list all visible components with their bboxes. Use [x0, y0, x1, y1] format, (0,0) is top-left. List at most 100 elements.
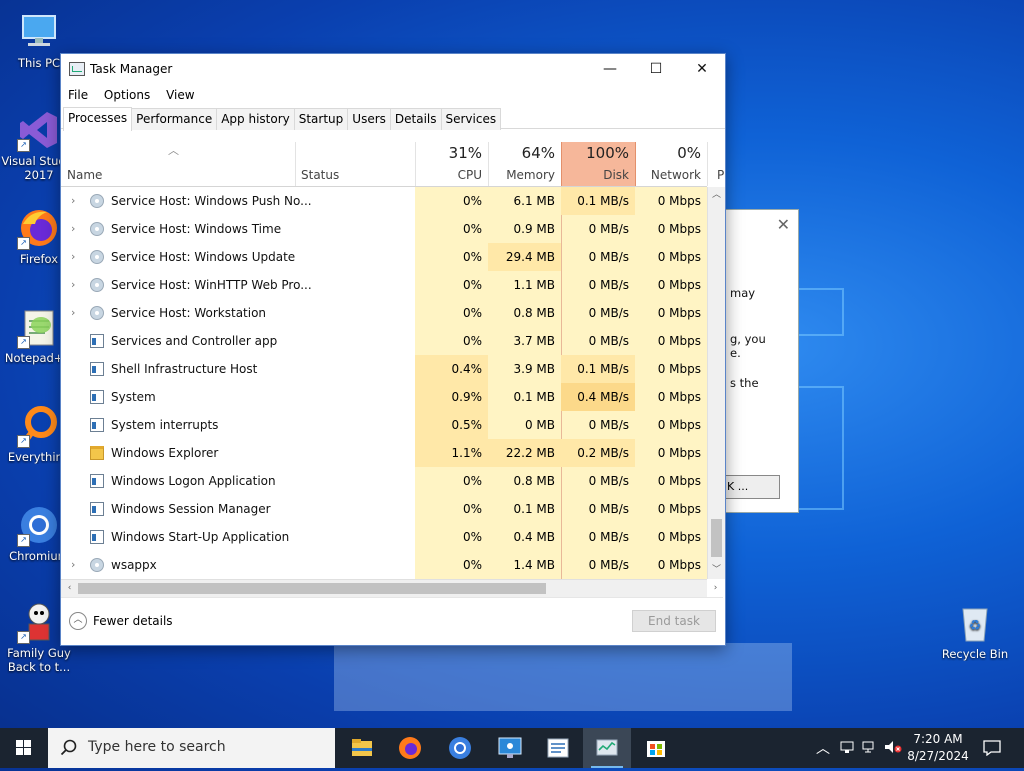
everything-search-icon: ↗ — [17, 404, 61, 448]
family-guy-game-icon: ↗ — [17, 600, 61, 644]
tab-users[interactable]: Users — [347, 108, 391, 130]
table-row[interactable]: › Service Host: WinHTTP Web Pro... 0% 1.1 M… — [61, 271, 707, 299]
action-center-button[interactable] — [978, 728, 1008, 768]
network-value: 0 Mbps — [657, 474, 701, 488]
windows-logo-icon — [16, 740, 31, 755]
chromium-icon — [449, 737, 471, 759]
shortcut-arrow-icon: ↗ — [17, 631, 30, 644]
fewer-details-button[interactable]: ︿ Fewer details — [69, 612, 173, 630]
expand-chevron-icon[interactable]: › — [71, 271, 75, 299]
table-row[interactable]: › Service Host: Windows Time 0% 0.9 MB 0 MB/… — [61, 215, 707, 243]
cpu-value: 0.4% — [451, 362, 483, 376]
menu-options[interactable]: Options — [104, 84, 150, 106]
taskbar-search-box[interactable]: Type here to search — [48, 728, 335, 768]
column-header-memory[interactable]: 64% Memory — [488, 142, 562, 186]
background-dialog-button[interactable]: K ... — [722, 475, 780, 499]
maximize-button[interactable]: ☐ — [633, 54, 679, 84]
taskbar-notepad[interactable] — [534, 728, 582, 768]
remote-desktop-icon — [498, 737, 522, 758]
column-header-network[interactable]: 0% Network — [635, 142, 708, 186]
app-window-icon — [90, 362, 104, 376]
column-header-disk[interactable]: 100% Disk — [561, 142, 636, 186]
table-row[interactable]: › Service Host: Windows Update 0% 29.4 MB 0 … — [61, 243, 707, 271]
column-header-name[interactable]: ︿ Name — [61, 142, 296, 186]
memory-value: 1.4 MB — [513, 558, 555, 572]
menu-bar: File Options View — [61, 84, 725, 106]
tab-app-history[interactable]: App history — [216, 108, 295, 130]
table-row[interactable]: Shell Infrastructure Host 0.4% 3.9 MB 0.1 M… — [61, 355, 707, 383]
taskbar-clock[interactable]: 7:20 AM 8/27/2024 — [903, 731, 973, 765]
start-button[interactable] — [0, 728, 48, 768]
cpu-value: 1.1% — [451, 446, 483, 460]
process-name: Services and Controller app — [111, 334, 278, 348]
app-window-icon — [90, 474, 104, 488]
horizontal-scroll-thumb[interactable] — [78, 583, 546, 594]
process-list: › Service Host: Windows Push No... 0% 6.1 M… — [61, 187, 707, 579]
network-warning-icon[interactable] — [862, 740, 878, 754]
table-row[interactable]: Windows Session Manager 0% 0.1 MB 0 MB/s 0 M… — [61, 495, 707, 523]
scroll-left-arrow-icon[interactable]: ‹ — [61, 580, 78, 597]
menu-view[interactable]: View — [166, 84, 194, 106]
taskbar-remote-desktop[interactable] — [486, 728, 534, 768]
expand-chevron-icon[interactable]: › — [71, 215, 75, 243]
taskbar-task-manager[interactable] — [583, 728, 631, 768]
tab-services[interactable]: Services — [440, 108, 502, 130]
cpu-value: 0% — [462, 194, 482, 208]
tab-performance[interactable]: Performance — [131, 108, 218, 130]
table-row[interactable]: Windows Explorer 1.1% 22.2 MB 0.2 MB/s 0 Mbp… — [61, 439, 707, 467]
memory-value: 0.1 MB — [513, 390, 555, 404]
tab-bar: Processes Performance App history Startup Us… — [61, 106, 725, 131]
disk-value: 0 MB/s — [588, 418, 629, 432]
vertical-scroll-thumb[interactable] — [711, 519, 722, 557]
desktop-icon-recycle-bin[interactable]: ♻ Recycle Bin — [937, 601, 1013, 661]
column-header-power[interactable]: P — [707, 142, 724, 186]
table-row[interactable]: System 0.9% 0.1 MB 0.4 MB/s 0 Mbps — [61, 383, 707, 411]
close-icon[interactable]: ✕ — [777, 215, 790, 234]
task-manager-icon — [596, 739, 618, 756]
vertical-scrollbar[interactable]: ︿ ﹀ — [707, 187, 725, 579]
expand-chevron-icon[interactable]: › — [71, 299, 75, 327]
scroll-up-arrow-icon[interactable]: ︿ — [708, 187, 725, 204]
expand-chevron-icon[interactable]: › — [71, 187, 75, 215]
taskbar-chromium[interactable] — [436, 728, 484, 768]
cpu-value: 0% — [462, 250, 482, 264]
shortcut-arrow-icon: ↗ — [17, 435, 30, 448]
memory-value: 1.1 MB — [513, 278, 555, 292]
disk-value: 0 MB/s — [588, 558, 629, 572]
volume-muted-icon[interactable] — [884, 740, 902, 754]
expand-chevron-icon[interactable]: › — [71, 551, 75, 579]
menu-file[interactable]: File — [68, 84, 88, 106]
column-header-status[interactable]: Status — [295, 142, 416, 186]
expand-chevron-icon[interactable]: › — [71, 243, 75, 271]
table-row[interactable]: › Service Host: Windows Push No... 0% 6.1 M… — [61, 187, 707, 215]
table-row[interactable]: Services and Controller app 0% 3.7 MB 0 MB/… — [61, 327, 707, 355]
network-value: 0 Mbps — [657, 502, 701, 516]
scroll-down-arrow-icon[interactable]: ﹀ — [708, 562, 725, 579]
tab-details[interactable]: Details — [389, 108, 442, 130]
close-button[interactable]: ✕ — [679, 54, 725, 84]
taskbar-file-explorer[interactable] — [338, 728, 386, 768]
column-header-cpu[interactable]: 31% CPU — [415, 142, 489, 186]
taskbar-firefox[interactable] — [386, 728, 434, 768]
taskbar-microsoft-store[interactable] — [632, 728, 680, 768]
scroll-right-arrow-icon[interactable]: › — [707, 580, 724, 597]
table-row[interactable]: Windows Start-Up Application 0% 0.4 MB 0 MB… — [61, 523, 707, 551]
table-row[interactable]: Windows Logon Application 0% 0.8 MB 0 MB/s 0… — [61, 467, 707, 495]
title-bar[interactable]: Task Manager — ☐ ✕ — [61, 54, 725, 84]
horizontal-scrollbar[interactable]: ‹ › — [61, 579, 717, 597]
service-gear-icon — [90, 194, 104, 208]
cpu-value: 0% — [462, 278, 482, 292]
disk-value: 0 MB/s — [588, 250, 629, 264]
table-row[interactable]: › Service Host: Workstation 0% 0.8 MB 0 MB/s… — [61, 299, 707, 327]
show-hidden-icons-chevron-icon[interactable]: ︿ — [816, 738, 830, 758]
memory-value: 0 MB — [524, 418, 555, 432]
tab-startup[interactable]: Startup — [293, 108, 349, 130]
tab-processes[interactable]: Processes — [63, 107, 133, 131]
end-task-button[interactable]: End task — [632, 610, 716, 632]
table-row[interactable]: System interrupts 0.5% 0 MB 0 MB/s 0 Mbps — [61, 411, 707, 439]
table-row[interactable]: › wsappx 0% 1.4 MB 0 MB/s 0 Mbps — [61, 551, 707, 579]
chromium-icon: ↗ — [17, 503, 61, 547]
minimize-button[interactable]: — — [587, 54, 633, 84]
notepad-plus-plus-icon: ↗ — [17, 305, 61, 349]
network-icon[interactable] — [840, 740, 854, 754]
